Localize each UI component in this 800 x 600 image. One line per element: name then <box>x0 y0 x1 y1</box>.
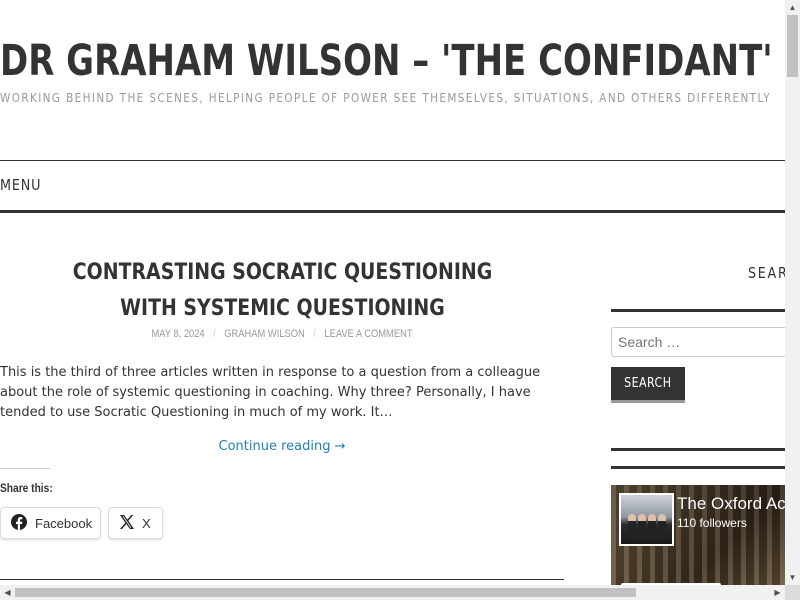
scrollbar-corner <box>785 585 800 600</box>
horizontal-scroll-thumb[interactable] <box>15 588 636 597</box>
menu-toggle[interactable]: MENU <box>0 176 41 194</box>
scroll-down-icon[interactable]: ▼ <box>785 570 800 585</box>
continue-reading-link[interactable]: Continue reading → <box>0 439 564 454</box>
share-x-label: X <box>142 515 151 531</box>
widget-rule <box>611 309 785 312</box>
facebook-icon <box>11 513 27 533</box>
meta-separator: / <box>213 328 216 340</box>
search-button-label: SEARCH <box>624 376 672 391</box>
leave-comment-link[interactable]: LEAVE A COMMENT <box>324 328 412 340</box>
site-description: WORKING BEHIND THE SCENES, HELPING PEOPL… <box>0 91 772 105</box>
page-viewport: DR GRAHAM WILSON – 'THE CONFIDANT' WORKI… <box>0 0 785 585</box>
post-excerpt: This is the third of three articles writ… <box>0 365 541 420</box>
facebook-page-name[interactable]: The Oxford Academy <box>677 494 785 514</box>
horizontal-scrollbar[interactable]: ◀ ▶ <box>0 585 785 600</box>
widget-rule <box>611 466 785 469</box>
nav-bottom-rule <box>0 210 785 213</box>
share-label: Share this: <box>0 481 53 495</box>
share-x-button[interactable]: X <box>108 507 163 539</box>
scroll-up-icon[interactable]: ▲ <box>785 0 800 15</box>
facebook-followers: 110 followers <box>677 516 747 530</box>
post-author[interactable]: GRAHAM WILSON <box>224 328 305 340</box>
search-widget-title: SEARCH <box>748 264 785 282</box>
post-meta: MAY 8, 2024 / GRAHAM WILSON / LEAVE A COMMEN… <box>42 328 521 340</box>
post-title[interactable]: CONTRASTING SOCRATIC QUESTIONING WITH SY… <box>57 255 509 327</box>
page-avatar[interactable] <box>619 493 674 546</box>
scroll-right-icon[interactable]: ▶ <box>770 585 785 600</box>
share-facebook-button[interactable]: Facebook <box>0 507 101 539</box>
vertical-scrollbar[interactable]: ▲ ▼ <box>785 0 800 585</box>
search-button[interactable]: SEARCH <box>611 367 685 403</box>
facebook-page-widget[interactable]: The Oxford Academy 110 followers <box>611 485 785 585</box>
scroll-left-icon[interactable]: ◀ <box>0 585 15 600</box>
nav-top-rule <box>0 160 785 161</box>
x-icon <box>119 514 134 532</box>
meta-separator: / <box>313 328 316 340</box>
site-title[interactable]: DR GRAHAM WILSON – 'THE CONFIDANT' <box>0 36 773 86</box>
share-divider <box>0 468 50 469</box>
share-facebook-label: Facebook <box>35 515 93 531</box>
search-input[interactable] <box>611 327 785 357</box>
widget-rule <box>611 448 785 451</box>
article-divider <box>0 579 564 580</box>
post-date[interactable]: MAY 8, 2024 <box>151 328 204 340</box>
vertical-scroll-thumb[interactable] <box>787 15 798 77</box>
